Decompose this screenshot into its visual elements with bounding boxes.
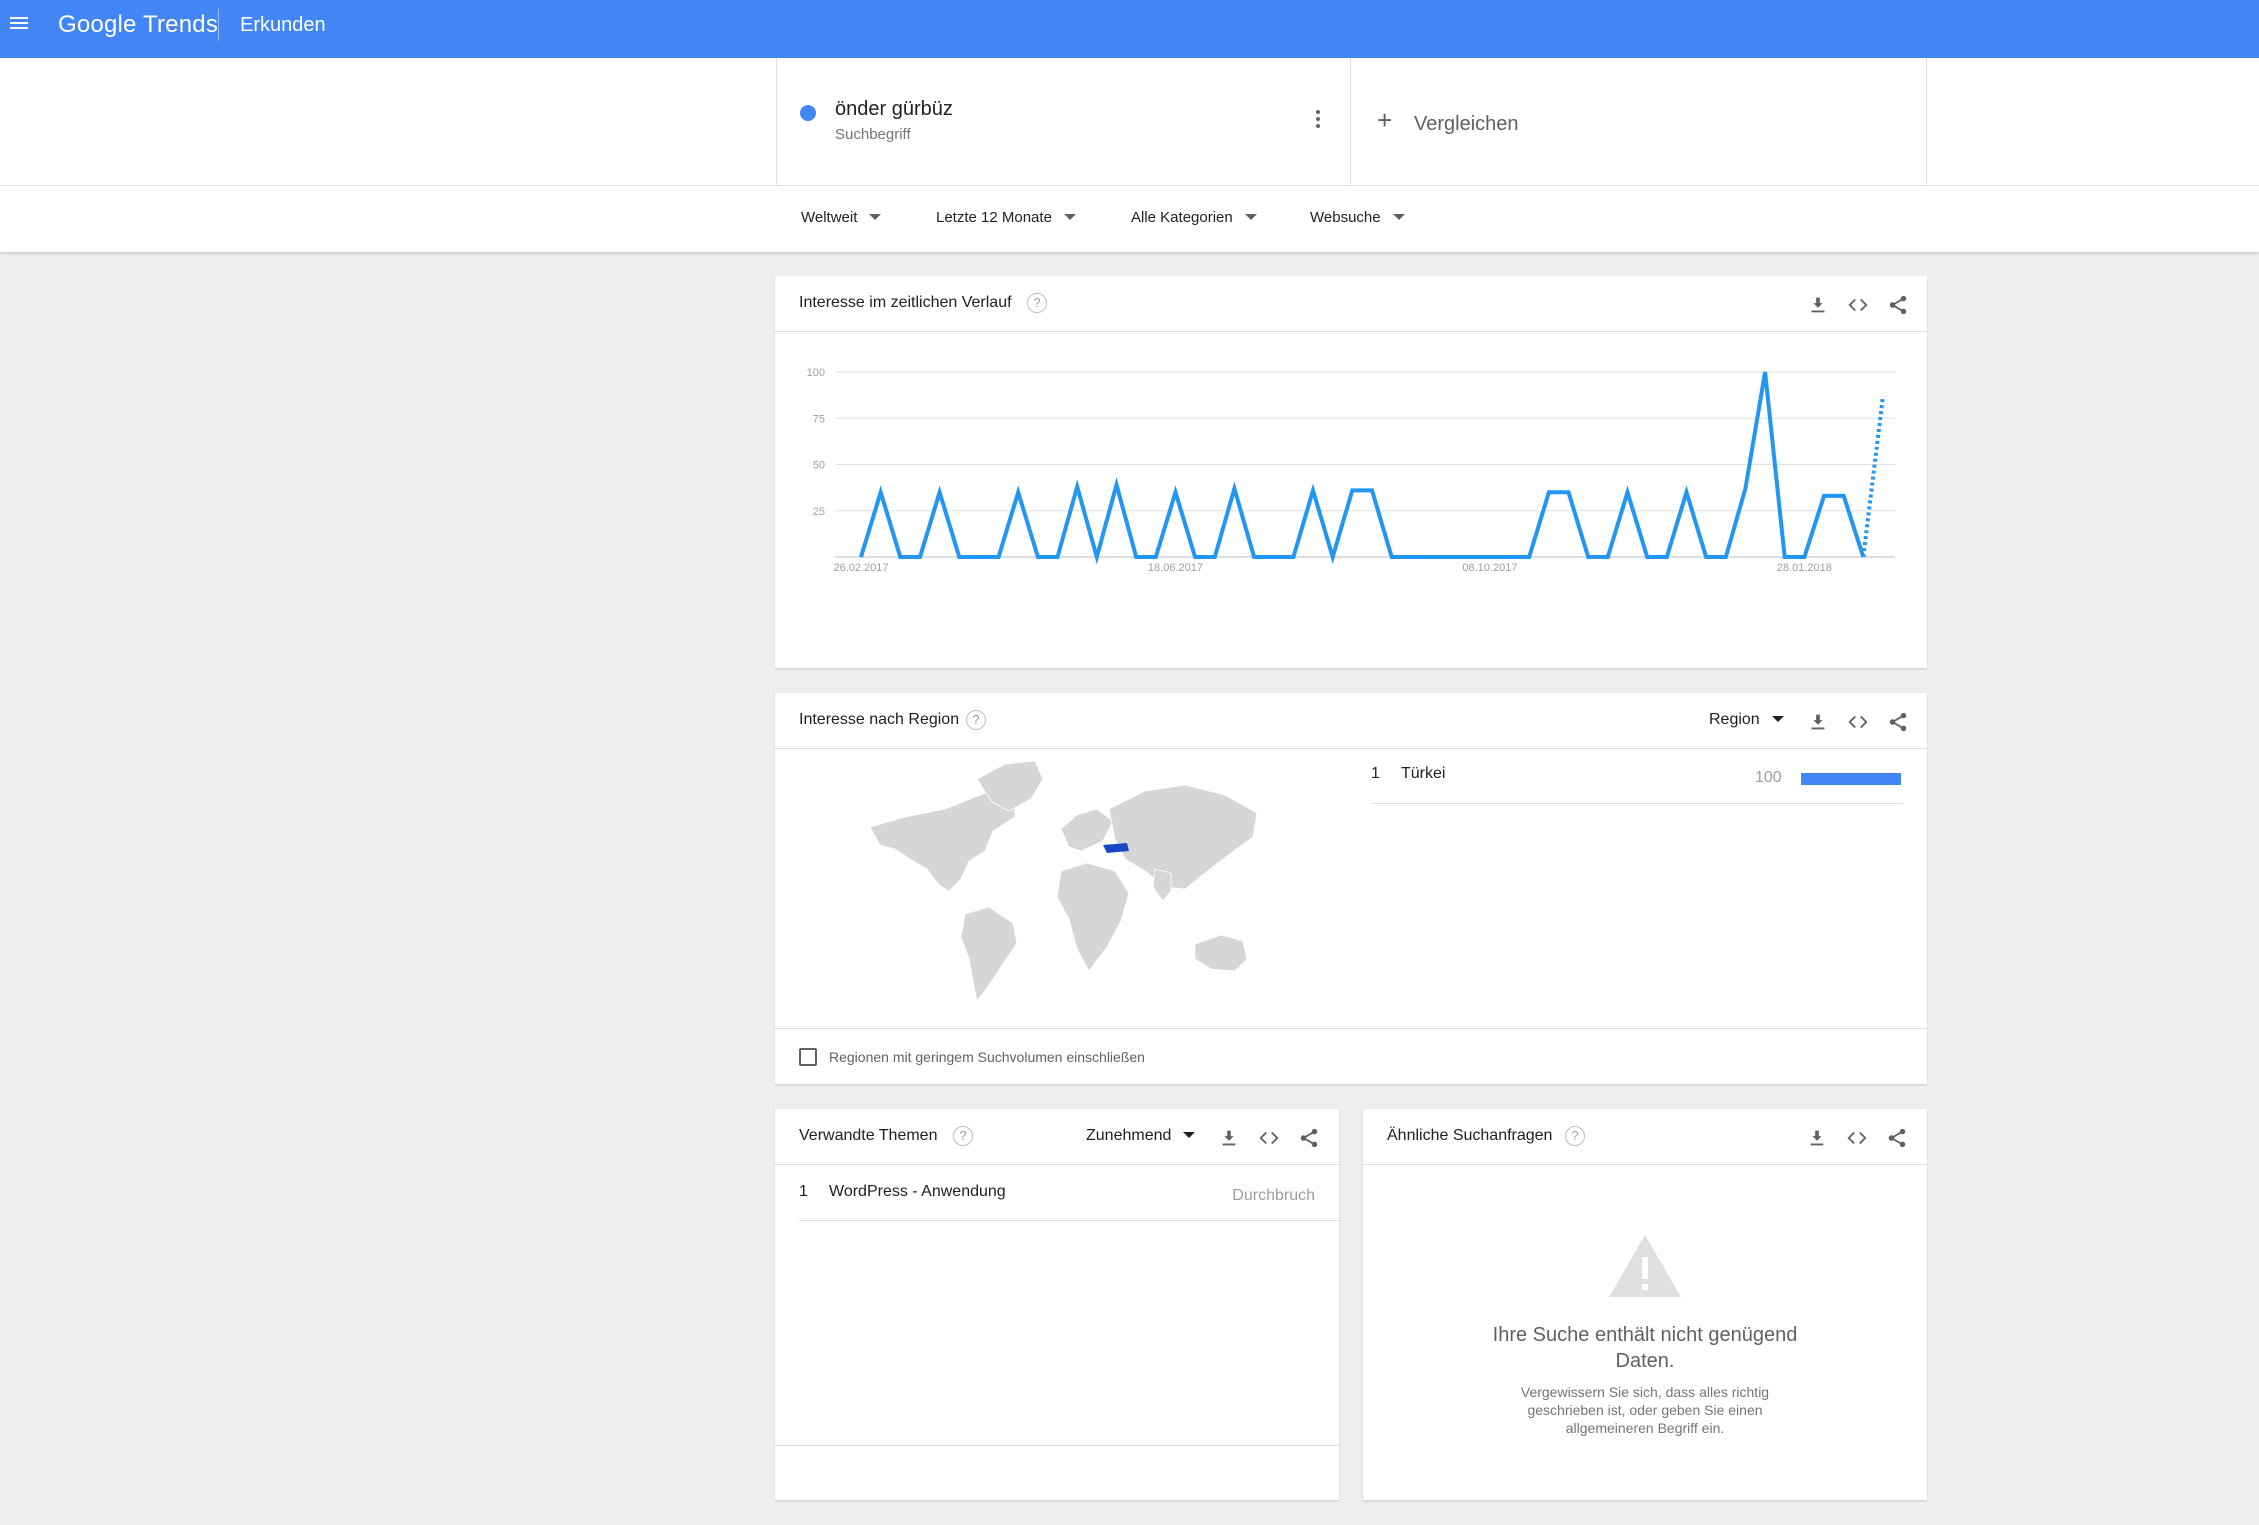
topic-value: Durchbruch (1232, 1187, 1315, 1204)
map-region-africa (1056, 862, 1130, 972)
more-options-icon[interactable] (1315, 110, 1321, 130)
card-title: Interesse nach Region (799, 711, 960, 728)
header-divider (218, 9, 219, 41)
embed-code-icon[interactable] (1258, 1127, 1280, 1149)
search-term-band: önder gürbüz Suchbegriff + Vergleichen (0, 58, 2259, 186)
add-icon: + (1377, 105, 1393, 135)
region-value: 100 (1755, 769, 1782, 786)
topic-name: WordPress - Anwendung (829, 1183, 1006, 1200)
no-data-text-line3: allgemeineren Begriff ein. (1565, 1420, 1725, 1436)
time-filter[interactable]: Letzte 12 Monate (936, 209, 1076, 226)
related-topics-dropdown-label: Zunehmend (1086, 1127, 1172, 1144)
caret-down-icon (1392, 214, 1405, 221)
time-filter-label: Letzte 12 Monate (936, 209, 1052, 226)
x-tick-label: 26.02.2017 (833, 562, 888, 574)
embed-code-icon[interactable] (1847, 711, 1869, 733)
download-icon[interactable] (1807, 294, 1829, 316)
compare-label: Vergleichen (1414, 113, 1519, 135)
interest-over-time-card: Interesse im zeitlichen Verlauf ? 25 50 75… (775, 276, 1927, 668)
filter-bar: Weltweit Letzte 12 Monate Alle Kategorie… (0, 186, 2259, 252)
related-queries-card: Ähnliche Suchanfragen ? Ihre Suche enthä… (1363, 1109, 1927, 1500)
related-topic-item[interactable]: 1 WordPress - Anwendung Durchbruch (799, 1165, 1339, 1221)
help-icon[interactable]: ? (1027, 293, 1047, 313)
page-title: Erkunden (240, 14, 326, 36)
y-tick-label: 50 (813, 460, 825, 472)
interest-over-time-chart: 25 50 75 100 26.02.2017 18.06.2017 08.10.2017 2… (807, 367, 1895, 574)
download-icon[interactable] (1806, 1127, 1828, 1149)
help-icon[interactable]: ? (1565, 1126, 1585, 1146)
map-region-north-america (869, 788, 1016, 892)
caret-down-icon (1183, 1131, 1196, 1138)
category-filter-label: Alle Kategorien (1131, 209, 1233, 226)
search-type-filter-label: Websuche (1310, 209, 1381, 226)
region-dropdown-label: Region (1709, 711, 1760, 728)
search-term-type: Suchbegriff (835, 126, 911, 143)
embed-code-icon[interactable] (1847, 294, 1869, 316)
map-region-india (1152, 868, 1172, 902)
download-icon[interactable] (1218, 1127, 1240, 1149)
region-bar (1801, 773, 1901, 785)
region-bar-fill (1801, 773, 1901, 785)
no-data-title-line2: Daten. (1615, 1350, 1675, 1372)
share-icon[interactable] (1298, 1127, 1320, 1149)
caret-down-icon (1244, 214, 1257, 221)
low-volume-checkbox[interactable] (799, 1048, 817, 1066)
region-list-item[interactable]: 1 Türkei 100 (1371, 747, 1903, 804)
map-region-europe (1060, 808, 1114, 852)
map-region-asia (1108, 784, 1258, 890)
x-tick-label: 28.01.2018 (1777, 562, 1832, 574)
y-tick-label: 75 (813, 413, 825, 425)
category-filter[interactable]: Alle Kategorien (1131, 209, 1257, 226)
caret-down-icon (1063, 214, 1076, 221)
share-icon[interactable] (1887, 711, 1909, 733)
share-icon[interactable] (1887, 294, 1909, 316)
embed-code-icon[interactable] (1846, 1127, 1868, 1149)
region-name: Türkei (1401, 765, 1446, 782)
card-header: Interesse im zeitlichen Verlauf ? (775, 276, 1927, 332)
map-region-south-america (960, 906, 1018, 1002)
card-header: Interesse nach Region ? Region (775, 693, 1927, 749)
no-data-title: Ihre Suche enthält nicht genügend (1492, 1324, 1798, 1346)
no-data-text: Vergewissern Sie sich, dass alles richti… (1520, 1384, 1770, 1400)
location-filter-label: Weltweit (801, 209, 858, 226)
world-map[interactable] (865, 759, 1265, 1009)
interest-by-region-card: Interesse nach Region ? Region 1 Türkei … (775, 693, 1927, 1084)
search-term-name[interactable]: önder gürbüz (835, 98, 953, 121)
x-tick-label: 08.10.2017 (1462, 562, 1517, 574)
related-topics-dropdown[interactable]: Zunehmend (1086, 1127, 1196, 1145)
download-icon[interactable] (1807, 711, 1829, 733)
map-region-australia (1194, 934, 1248, 972)
y-tick-label: 100 (807, 367, 825, 379)
region-footer: Regionen mit geringem Suchvolumen einsch… (775, 1028, 1927, 1084)
location-filter[interactable]: Weltweit (801, 209, 882, 226)
x-tick-label: 18.06.2017 (1148, 562, 1203, 574)
help-icon[interactable]: ? (966, 710, 986, 730)
share-icon[interactable] (1886, 1127, 1908, 1149)
low-volume-checkbox-label[interactable]: Regionen mit geringem Suchvolumen einsch… (829, 1049, 1145, 1065)
card-header: Ähnliche Suchanfragen ? (1363, 1109, 1927, 1165)
card-title: Ähnliche Suchanfragen (1387, 1127, 1553, 1144)
card-title: Verwandte Themen (799, 1127, 938, 1144)
search-type-filter[interactable]: Websuche (1310, 209, 1405, 226)
series-line-partial (1861, 395, 1885, 558)
y-tick-label: 25 (813, 506, 825, 518)
term-color-dot (800, 105, 816, 121)
search-term-card[interactable]: önder gürbüz Suchbegriff (776, 58, 1351, 186)
caret-down-icon (869, 214, 882, 221)
caret-down-icon (1771, 715, 1784, 722)
topic-rank: 1 (799, 1183, 808, 1200)
warning-triangle-icon (1609, 1235, 1681, 1297)
compare-button[interactable]: + Vergleichen (1351, 58, 1927, 186)
hamburger-menu-icon[interactable] (10, 17, 28, 35)
top-app-bar: Google Trends Erkunden (0, 0, 2259, 58)
card-header: Verwandte Themen ? Zunehmend (775, 1109, 1339, 1165)
card-title: Interesse im zeitlichen Verlauf (799, 294, 1012, 311)
card-footer-divider (775, 1445, 1339, 1446)
help-icon[interactable]: ? (953, 1126, 973, 1146)
region-dropdown[interactable]: Region (1709, 711, 1784, 729)
app-logo[interactable]: Google Trends (58, 11, 218, 39)
related-topics-card: Verwandte Themen ? Zunehmend 1 WordPress… (775, 1109, 1339, 1500)
region-rank: 1 (1371, 765, 1380, 782)
no-data-text-line2: geschrieben ist, oder geben Sie einen (1527, 1402, 1763, 1418)
